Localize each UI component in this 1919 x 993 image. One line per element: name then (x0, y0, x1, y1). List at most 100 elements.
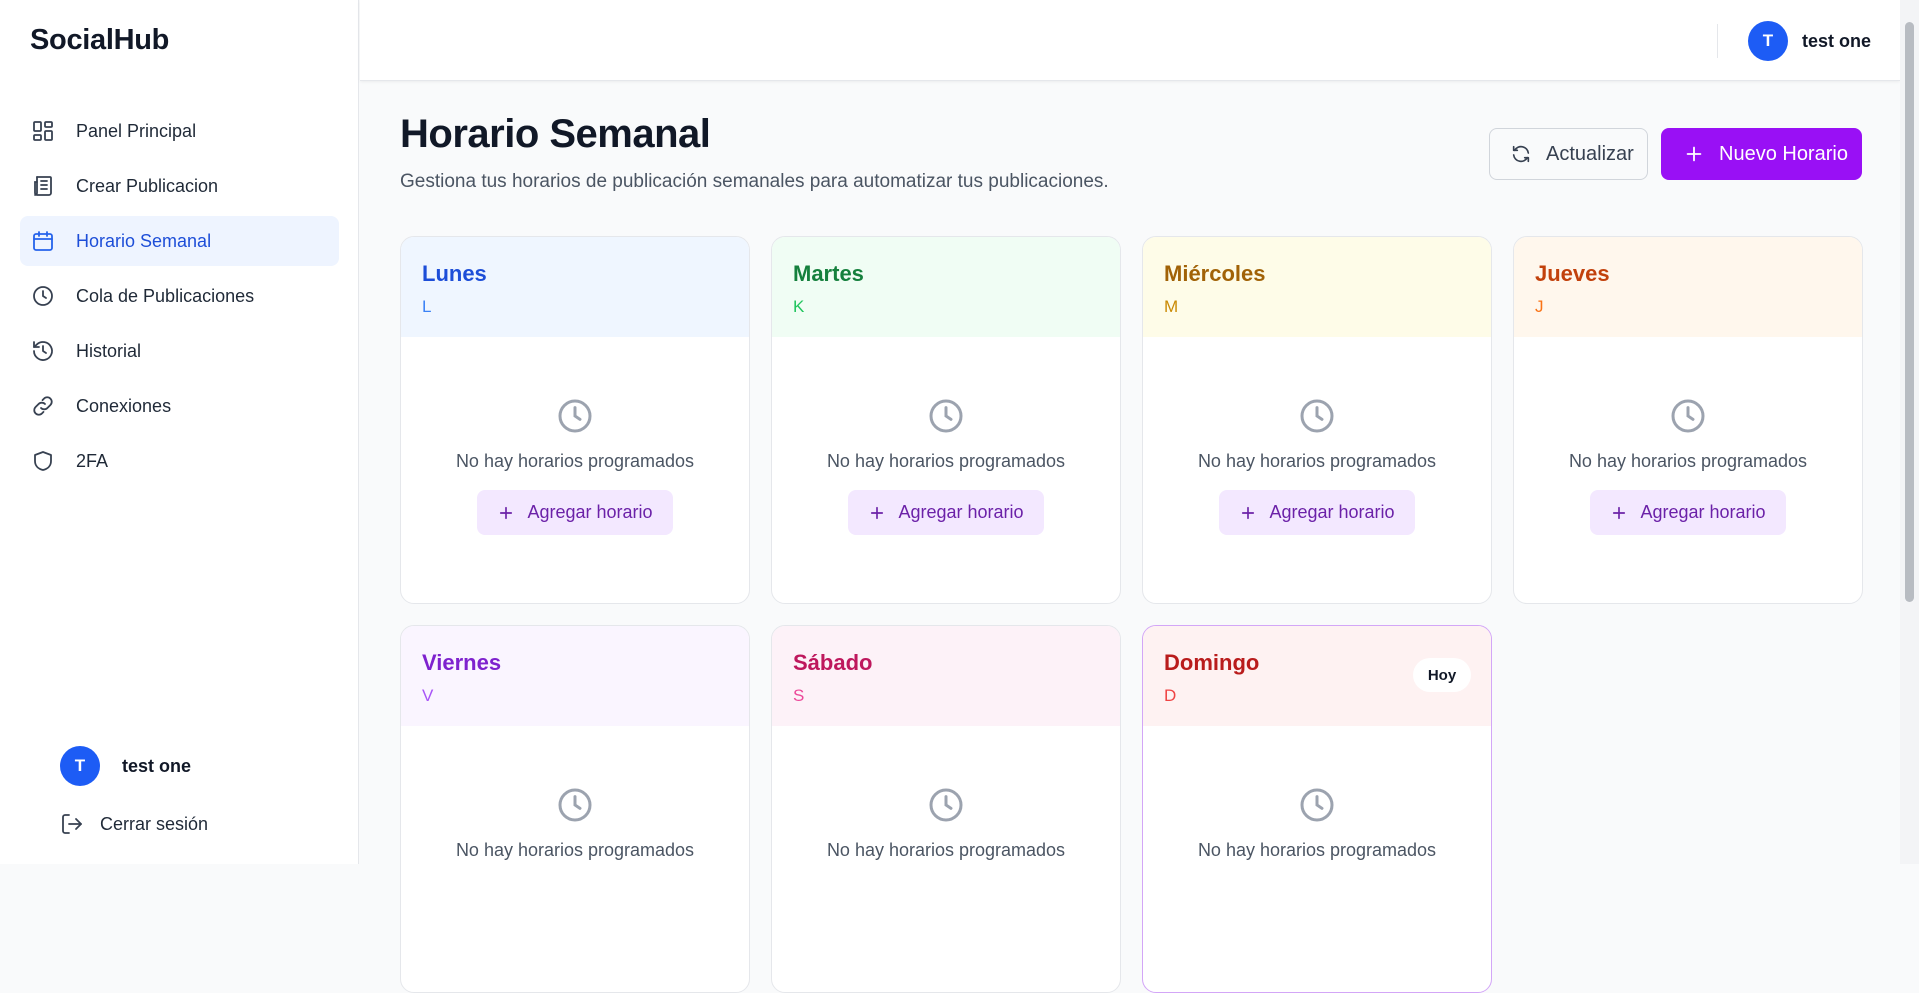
day-name: Martes (793, 261, 864, 286)
brand-logo[interactable]: SocialHub (30, 24, 169, 57)
day-card-lunes: Lunes L No hay horarios programados Agre… (400, 236, 750, 604)
day-abbr: S (793, 686, 805, 705)
sidebar-item-label: Horario Semanal (76, 230, 212, 251)
day-card-sabado: Sábado S No hay horarios programados (771, 625, 1121, 993)
day-name: Miércoles (1164, 261, 1266, 286)
day-card-header: Miércoles M (1143, 237, 1491, 337)
add-schedule-button[interactable]: Agregar horario (1219, 490, 1415, 535)
plus-icon (500, 506, 513, 519)
sidebar-item-historial[interactable]: Historial (20, 326, 339, 376)
plus-icon (1613, 506, 1626, 519)
avatar: T (60, 746, 100, 786)
sidebar-item-label: Crear Publicacion (76, 175, 219, 196)
day-card-header: Sábado S (772, 626, 1120, 726)
day-card-header: Martes K (772, 237, 1120, 337)
day-card-miercoles: Miércoles M No hay horarios programados … (1142, 236, 1492, 604)
day-abbr: J (1535, 297, 1544, 316)
day-abbr: M (1164, 297, 1179, 316)
empty-state-text: No hay horarios programados (455, 840, 695, 860)
sidebar-user[interactable]: T test one (60, 746, 191, 786)
calendar-icon (30, 228, 56, 254)
clock-icon (1671, 399, 1705, 433)
day-name: Jueves (1535, 261, 1610, 286)
day-card-body: No hay horarios programados (401, 785, 749, 861)
day-card-header: Lunes L (401, 237, 749, 337)
day-name: Viernes (422, 650, 502, 675)
day-card-body: No hay horarios programados Agregar hora… (772, 396, 1120, 535)
day-card-body: No hay horarios programados (1143, 785, 1491, 861)
day-card-viernes: Viernes V No hay horarios programados (400, 625, 750, 993)
day-card-header: Viernes V (401, 626, 749, 726)
sidebar-item-panel-principal[interactable]: Panel Principal (20, 106, 339, 156)
day-abbr: L (422, 297, 432, 316)
day-card-jueves: Jueves J No hay horarios programados Agr… (1513, 236, 1863, 604)
add-schedule-label: Agregar horario (527, 502, 653, 522)
shield-icon (30, 448, 56, 474)
new-schedule-label: Nuevo Horario (1719, 142, 1848, 165)
refresh-button[interactable]: Actualizar (1489, 128, 1648, 180)
avatar: T (1748, 21, 1788, 61)
day-card-martes: Martes K No hay horarios programados Agr… (771, 236, 1121, 604)
day-card-body: No hay horarios programados Agregar hora… (1514, 396, 1862, 535)
add-schedule-label: Agregar horario (898, 502, 1024, 522)
add-schedule-button[interactable]: Agregar horario (848, 490, 1044, 535)
day-name: Sábado (793, 650, 873, 675)
clock-icon (1300, 399, 1334, 433)
add-schedule-button[interactable]: Agregar horario (477, 490, 673, 535)
day-card-header: Jueves J (1514, 237, 1862, 337)
add-schedule-button[interactable]: Agregar horario (1590, 490, 1786, 535)
empty-state-text: No hay horarios programados (1197, 451, 1437, 471)
sidebar-item-label: Cola de Publicaciones (76, 285, 255, 306)
page-scrollbar[interactable] (1900, 0, 1919, 864)
header-user-menu[interactable]: T test one (1748, 21, 1871, 61)
add-schedule-label: Agregar horario (1640, 502, 1766, 522)
refresh-label: Actualizar (1546, 142, 1634, 165)
dashboard-icon (30, 118, 56, 144)
day-card-body: No hay horarios programados Agregar hora… (1143, 396, 1491, 535)
sidebar-item-conexiones[interactable]: Conexiones (20, 381, 339, 431)
clock-icon (558, 399, 592, 433)
new-schedule-button[interactable]: Nuevo Horario (1661, 128, 1862, 180)
empty-state-text: No hay horarios programados (826, 451, 1066, 471)
top-header: T test one (360, 0, 1900, 81)
plus-icon (1242, 506, 1255, 519)
plus-icon (1686, 146, 1702, 162)
sidebar-item-cola-de-publicaciones[interactable]: Cola de Publicaciones (20, 271, 339, 321)
logout-button[interactable]: Cerrar sesión (60, 812, 208, 836)
sidebar-item-2fa[interactable]: 2FA (20, 436, 339, 486)
clock-icon (929, 399, 963, 433)
empty-state-text: No hay horarios programados (455, 451, 695, 471)
clock-icon (1300, 788, 1334, 822)
user-name: test one (122, 755, 192, 776)
day-card-body: No hay horarios programados (772, 785, 1120, 861)
page-subtitle: Gestiona tus horarios de publicación sem… (400, 171, 1109, 192)
day-abbr: V (422, 686, 434, 705)
empty-state-text: No hay horarios programados (826, 840, 1066, 860)
user-name: test one (1802, 30, 1872, 51)
sidebar-item-label: Panel Principal (76, 120, 197, 141)
clock-icon (30, 283, 56, 309)
sidebar-item-label: Conexiones (76, 395, 172, 416)
day-card-domingo: Domingo D Hoy No hay horarios programado… (1142, 625, 1492, 993)
newspaper-icon (30, 173, 56, 199)
header-divider (1717, 24, 1718, 58)
day-name: Lunes (422, 261, 487, 286)
scrollbar-thumb[interactable] (1905, 22, 1914, 602)
sidebar-item-horario-semanal[interactable]: Horario Semanal (20, 216, 339, 266)
logout-icon (62, 814, 82, 834)
sidebar-item-crear-publicacion[interactable]: Crear Publicacion (20, 161, 339, 211)
add-schedule-label: Agregar horario (1269, 502, 1395, 522)
sidebar-item-label: Historial (76, 340, 142, 361)
clock-icon (929, 788, 963, 822)
empty-state-text: No hay horarios programados (1568, 451, 1808, 471)
page-title: Horario Semanal (400, 112, 711, 156)
logout-label: Cerrar sesión (100, 813, 209, 834)
clock-icon (558, 788, 592, 822)
day-card-body: No hay horarios programados Agregar hora… (401, 396, 749, 535)
day-card-header: Domingo D Hoy (1143, 626, 1491, 726)
history-icon (30, 338, 56, 364)
sidebar: SocialHub Panel Principal Crear Publicac… (0, 0, 359, 864)
link-icon (30, 393, 56, 419)
sidebar-nav: Panel Principal Crear Publicacion Horari… (20, 106, 339, 491)
sidebar-item-label: 2FA (76, 450, 109, 471)
